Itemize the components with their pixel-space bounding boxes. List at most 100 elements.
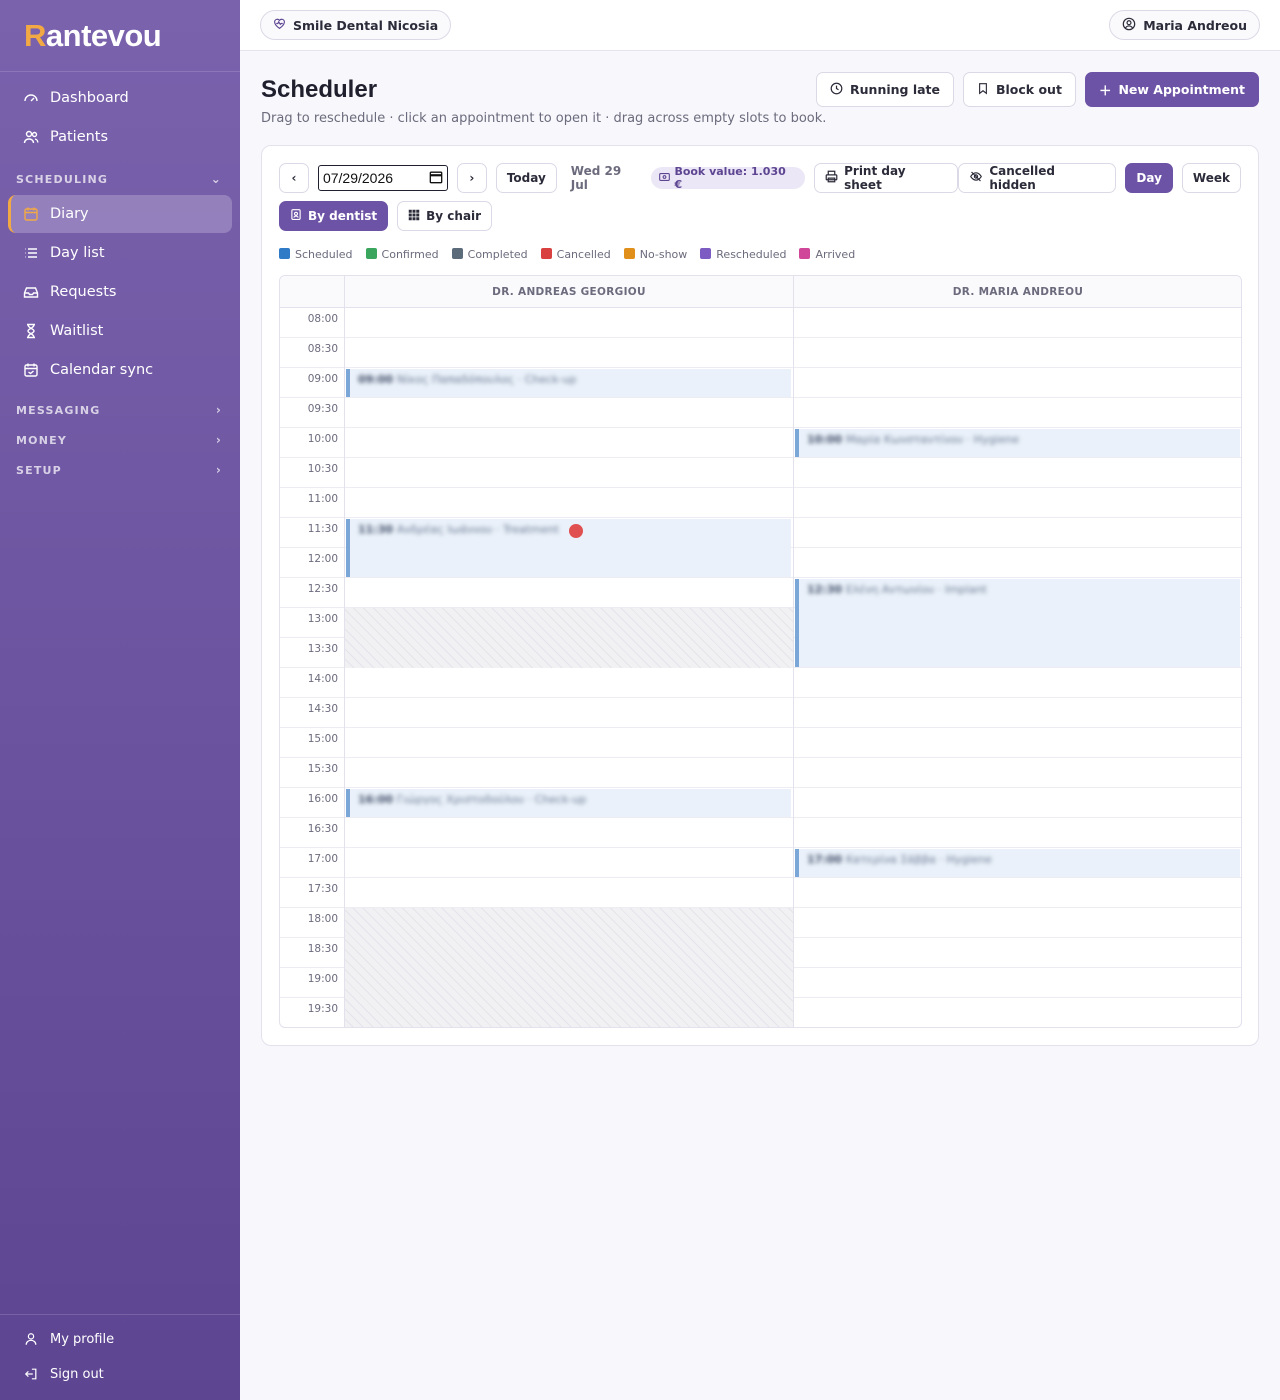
- next-day-button[interactable]: ›: [456, 163, 487, 193]
- appointment-type: Check-up: [524, 373, 577, 386]
- sidebar-item-my-profile[interactable]: My profile: [8, 1322, 232, 1356]
- logo[interactable]: Rantevou: [0, 0, 240, 72]
- section-messaging[interactable]: MESSAGING ›: [0, 395, 240, 425]
- sidebar-item-waitlist[interactable]: Waitlist: [8, 312, 232, 350]
- cancelled-toggle[interactable]: Cancelled hidden: [958, 163, 1117, 193]
- by-chair-button[interactable]: By chair: [397, 201, 493, 231]
- appointment-block[interactable]: 17:00 Κατερίνα Σάββα · Hygiene: [795, 849, 1240, 877]
- appointment-type: Implant: [944, 583, 987, 596]
- section-scheduling[interactable]: SCHEDULING ⌄: [0, 164, 240, 194]
- calendar-picker-icon[interactable]: [429, 170, 443, 187]
- slot-divider: [345, 787, 793, 788]
- appointment-type: Hygiene: [973, 433, 1019, 446]
- appointment-block[interactable]: 09:00 Νίκος Παπαδόπουλος · Check-up: [346, 369, 791, 397]
- sidebar-item-dashboard[interactable]: Dashboard: [8, 79, 232, 117]
- appointment-patient: Ανδρέας Ιωάννου ·: [396, 523, 503, 536]
- list-icon: [22, 244, 40, 262]
- slot-divider: [794, 1027, 1242, 1028]
- status-legend: Scheduled Confirmed Completed Cancelled No-s…: [279, 248, 855, 261]
- legend-label: Rescheduled: [716, 248, 787, 261]
- legend-swatch: [700, 248, 712, 259]
- slot-divider: [794, 997, 1241, 998]
- slot-divider: [345, 427, 793, 428]
- appointment-type: Treatment: [502, 523, 559, 536]
- legend-item: Arrived: [799, 248, 855, 261]
- appointment-time: 11:30: [358, 523, 397, 536]
- date-input[interactable]: 07/29/2026: [317, 165, 448, 191]
- new-appointment-button[interactable]: ＋ New Appointment: [1084, 72, 1259, 107]
- time-label: 18:30: [280, 938, 344, 968]
- scheduler-grid: DR. ANDREAS GEORGIOU DR. MARIA ANDREOU 0…: [279, 275, 1242, 1028]
- legend-label: Arrived: [815, 248, 856, 261]
- sidebar-item-day-list[interactable]: Day list: [8, 234, 232, 272]
- sidebar-item-sign-out[interactable]: Sign out: [8, 1357, 232, 1391]
- calendar-icon: [22, 205, 40, 223]
- time-label: 13:00: [280, 608, 344, 638]
- dentist-column-2[interactable]: 10:00 Μαρία Κωνσταντίνου · Hygiene 12:30 …: [793, 308, 1242, 1028]
- section-money[interactable]: MONEY ›: [0, 425, 240, 455]
- appointment-summary: 10:00 Μαρία Κωνσταντίνου · Hygiene: [807, 433, 1232, 446]
- user-menu[interactable]: Maria Andreou: [1109, 10, 1260, 40]
- slot-divider: [794, 907, 1241, 908]
- sidebar-item-patients[interactable]: Patients: [8, 118, 232, 156]
- slot-divider: [794, 967, 1241, 968]
- slot-divider: [794, 547, 1241, 548]
- dentist-column-1[interactable]: 09:00 Νίκος Παπαδόπουλος · Check-up 11:30…: [344, 308, 793, 1027]
- id-badge-icon: [290, 208, 302, 224]
- time-label: 08:30: [280, 338, 344, 368]
- scheduler-card: ‹ 07/29/2026 › Today Wed 29 Jul Book val…: [261, 145, 1259, 1046]
- by-dentist-button[interactable]: By dentist: [279, 201, 389, 231]
- appointment-time: 09:00: [358, 373, 397, 386]
- slot-divider: [794, 427, 1241, 428]
- appointment-block[interactable]: 10:00 Μαρία Κωνσταντίνου · Hygiene: [795, 429, 1240, 457]
- slot-divider: [794, 877, 1241, 878]
- inbox-icon: [22, 283, 40, 301]
- slot-divider: [345, 337, 793, 338]
- legend-label: Confirmed: [381, 248, 439, 261]
- appointment-time: 16:00: [358, 793, 397, 806]
- user-circle-icon: [1122, 17, 1136, 34]
- time-label: 14:00: [280, 668, 344, 698]
- alert-flag-icon: [569, 524, 583, 538]
- sidebar-item-diary[interactable]: Diary: [8, 195, 232, 233]
- legend-swatch: [540, 248, 552, 259]
- sidebar-item-requests[interactable]: Requests: [8, 273, 232, 311]
- legend-swatch: [365, 248, 377, 259]
- appointment-summary: 17:00 Κατερίνα Σάββα · Hygiene: [807, 853, 1232, 866]
- slot-divider: [345, 697, 793, 698]
- sidebar-item-calendar-sync[interactable]: Calendar sync: [8, 351, 232, 389]
- print-day-sheet-button[interactable]: Print day sheet: [814, 163, 959, 193]
- appointment-patient: Μαρία Κωνσταντίνου ·: [845, 433, 974, 446]
- chevron-left-icon: ‹: [291, 171, 297, 185]
- users-icon: [22, 128, 40, 146]
- chevron-right-icon: ›: [215, 403, 222, 417]
- legend-swatch: [279, 248, 290, 259]
- section-setup[interactable]: SETUP ›: [0, 455, 240, 485]
- slot-divider: [794, 697, 1241, 698]
- appointment-summary: 16:00 Γιώργος Χριστοδούλου · Check-up: [358, 793, 783, 806]
- header-actions: Running late Block out ＋ New Appointment: [816, 72, 1259, 107]
- appointment-block[interactable]: 12:30 Ελένη Αντωνίου · Implant: [795, 579, 1240, 667]
- time-label: 08:00: [280, 308, 344, 338]
- block-out-button[interactable]: Block out: [963, 72, 1076, 107]
- time-label: 10:30: [280, 458, 344, 488]
- date-toolbar: ‹ 07/29/2026 › Today Wed 29 Jul Book val…: [279, 163, 1241, 193]
- today-button[interactable]: Today: [495, 163, 557, 193]
- grid-header: DR. ANDREAS GEORGIOU DR. MARIA ANDREOU: [280, 276, 1241, 308]
- day-view-button[interactable]: Day: [1125, 163, 1173, 193]
- sign-out-icon: [22, 1365, 40, 1383]
- time-label: 13:30: [280, 638, 344, 668]
- appointment-block[interactable]: 16:00 Γιώργος Χριστοδούλου · Check-up: [346, 789, 791, 817]
- column-header-dentist-2: DR. MARIA ANDREOU: [793, 276, 1241, 308]
- appointment-block[interactable]: 11:30 Ανδρέας Ιωάννου · Treatment: [346, 519, 791, 577]
- chevron-right-icon: ›: [215, 433, 222, 447]
- clinic-switcher[interactable]: Smile Dental Nicosia: [260, 10, 452, 40]
- page-subtitle: Drag to reschedule · click an appointmen…: [261, 111, 827, 126]
- cash-icon: [659, 172, 671, 185]
- prev-day-button[interactable]: ‹: [279, 163, 309, 193]
- running-late-button[interactable]: Running late: [816, 72, 954, 107]
- page-title: Scheduler: [261, 76, 378, 103]
- week-view-button[interactable]: Week: [1181, 163, 1241, 193]
- slot-divider: [794, 937, 1241, 938]
- legend-label: No-show: [639, 248, 688, 261]
